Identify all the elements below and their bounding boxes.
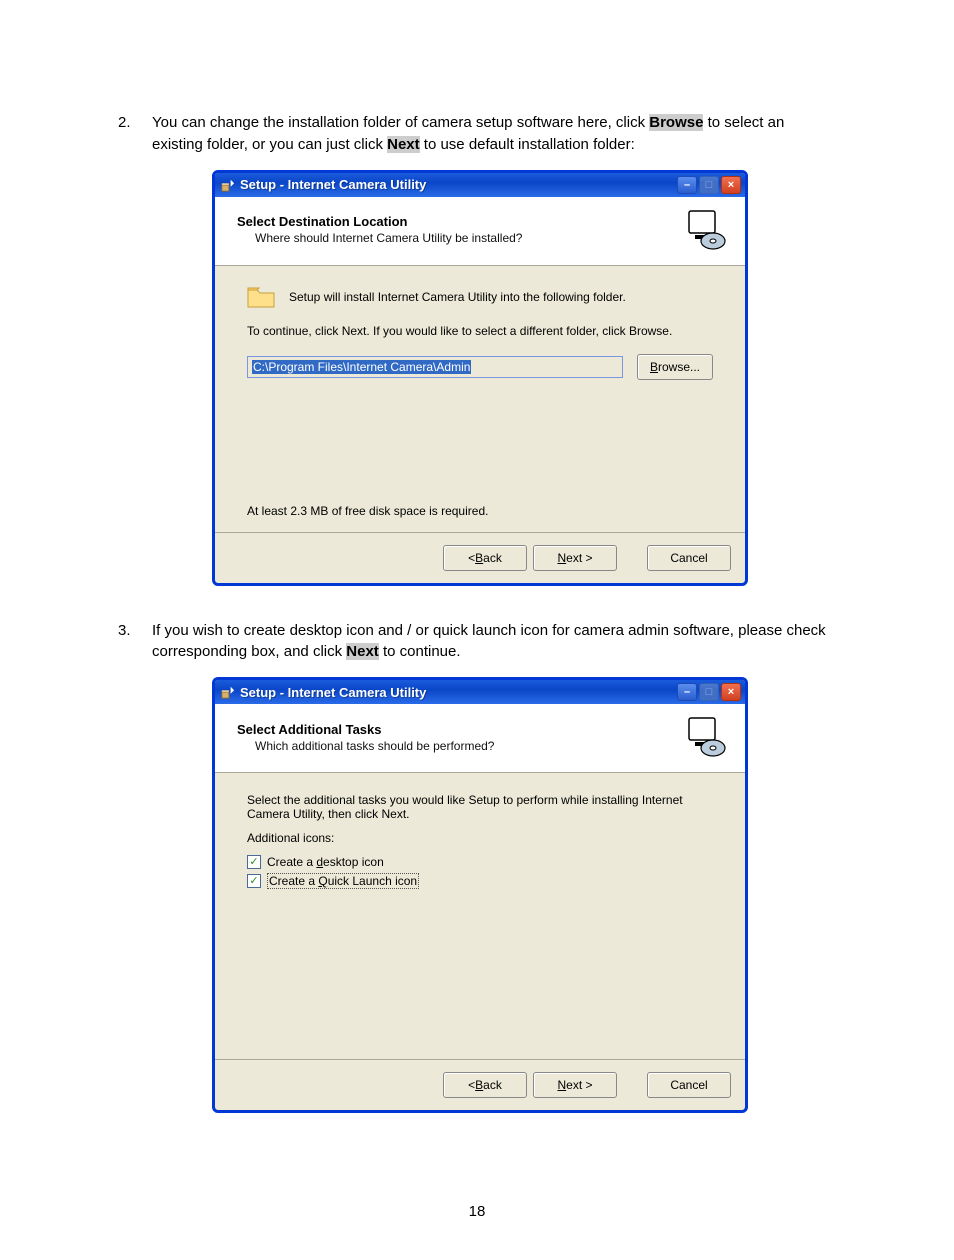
minimize-button[interactable]: –	[677, 176, 697, 194]
checkbox-quick-launch[interactable]: ✓ Create a Quick Launch icon	[247, 873, 713, 889]
cancel-button[interactable]: Cancel	[647, 1072, 731, 1098]
window-title: Setup - Internet Camera Utility	[240, 177, 675, 192]
close-button[interactable]: ×	[721, 176, 741, 194]
titlebar[interactable]: Setup - Internet Camera Utility – □ ×	[215, 680, 745, 704]
setup-dialog-tasks: Setup - Internet Camera Utility – □ × Se…	[212, 677, 748, 1113]
tasks-group-label: Additional icons:	[247, 831, 713, 845]
checkbox-icon: ✓	[247, 874, 261, 888]
checkbox-desktop-icon[interactable]: ✓ Create a desktop icon	[247, 855, 713, 869]
instruction-step-2: 2. You can change the installation folde…	[118, 112, 836, 156]
checkbox-label: Create a Quick Launch icon	[267, 873, 419, 889]
step-number: 3.	[118, 620, 152, 664]
header-title: Select Destination Location	[237, 214, 685, 229]
instruction-step-3: 3. If you wish to create desktop icon an…	[118, 620, 836, 664]
back-button[interactable]: < Back	[443, 1072, 527, 1098]
disk-space-text: At least 2.3 MB of free disk space is re…	[247, 504, 488, 518]
installer-icon	[221, 178, 235, 192]
computer-disc-icon	[685, 716, 727, 758]
maximize-button: □	[699, 683, 719, 701]
close-button[interactable]: ×	[721, 683, 741, 701]
checkbox-label: Create a desktop icon	[267, 855, 384, 869]
next-button[interactable]: Next >	[533, 1072, 617, 1098]
checkbox-icon: ✓	[247, 855, 261, 869]
installer-icon	[221, 685, 235, 699]
header-title: Select Additional Tasks	[237, 722, 685, 737]
cancel-button[interactable]: Cancel	[647, 545, 731, 571]
page-number: 18	[118, 1203, 836, 1260]
computer-disc-icon	[685, 209, 727, 251]
titlebar[interactable]: Setup - Internet Camera Utility – □ ×	[215, 173, 745, 197]
step-number: 2.	[118, 112, 152, 156]
step-text: If you wish to create desktop icon and /…	[152, 620, 836, 664]
header-subtitle: Which additional tasks should be perform…	[237, 739, 685, 753]
back-button[interactable]: < Back	[443, 545, 527, 571]
dialog-header: Select Destination Location Where should…	[215, 197, 745, 266]
button-bar: < Back Next > Cancel	[215, 1059, 745, 1110]
tasks-intro: Select the additional tasks you would li…	[247, 793, 713, 821]
minimize-button[interactable]: –	[677, 683, 697, 701]
window-title: Setup - Internet Camera Utility	[240, 685, 675, 700]
dialog-body: Select the additional tasks you would li…	[215, 773, 745, 1059]
maximize-button: □	[699, 176, 719, 194]
setup-dialog-destination: Setup - Internet Camera Utility – □ × Se…	[212, 170, 748, 586]
dialog-header: Select Additional Tasks Which additional…	[215, 704, 745, 773]
install-path-input[interactable]: C:\Program Files\Internet Camera\Admin	[247, 356, 623, 378]
header-subtitle: Where should Internet Camera Utility be …	[237, 231, 685, 245]
step-text: You can change the installation folder o…	[152, 112, 836, 156]
dialog-body: Setup will install Internet Camera Utili…	[215, 266, 745, 532]
next-button[interactable]: Next >	[533, 545, 617, 571]
button-bar: < Back Next > Cancel	[215, 532, 745, 583]
folder-icon	[247, 286, 275, 308]
browse-button[interactable]: Browse...	[637, 354, 713, 380]
install-line-2: To continue, click Next. If you would li…	[247, 324, 713, 338]
install-line-1: Setup will install Internet Camera Utili…	[289, 290, 626, 304]
